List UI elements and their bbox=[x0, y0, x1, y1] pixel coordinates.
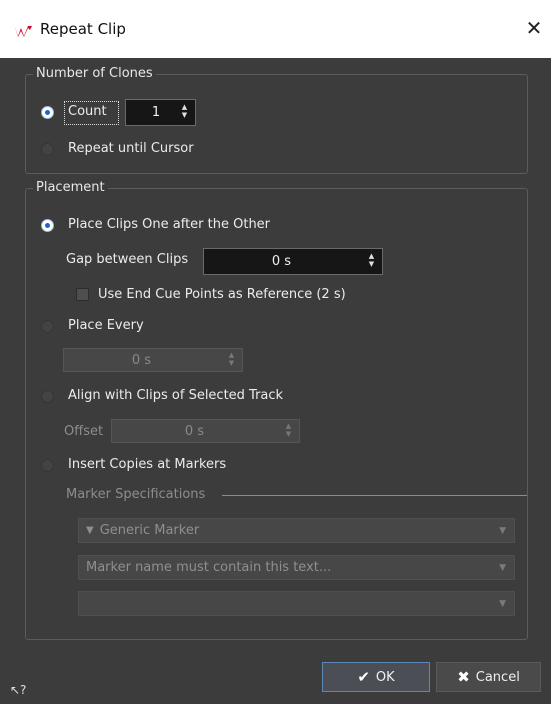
placement-group-title: Placement bbox=[33, 180, 108, 195]
count-stepper[interactable]: 1 ▲ ▼ bbox=[125, 99, 196, 126]
place-every-value: 0 s bbox=[131, 352, 152, 368]
repeat-until-cursor-label: Repeat until Cursor bbox=[68, 141, 194, 156]
offset-value: 0 s bbox=[184, 423, 205, 439]
marker-type-dropdown[interactable]: ▼ Generic Marker ▼ bbox=[78, 518, 515, 543]
count-value: 1 bbox=[151, 105, 161, 120]
stepper-arrows-icon[interactable]: ▲ ▼ bbox=[367, 252, 376, 268]
count-radio[interactable] bbox=[41, 106, 54, 119]
align-with-clips-radio[interactable] bbox=[41, 390, 54, 403]
stepper-arrows-icon[interactable]: ▲ ▼ bbox=[180, 103, 189, 119]
ok-label: OK bbox=[375, 669, 395, 685]
gap-between-clips-label: Gap between Clips bbox=[66, 252, 189, 267]
chevron-down-icon: ▼ bbox=[499, 525, 506, 536]
title-bar: Repeat Clip ✕ bbox=[0, 0, 551, 58]
chevron-down-icon: ▼ bbox=[499, 598, 506, 609]
checkmark-icon: ✔ bbox=[357, 668, 370, 686]
place-one-after-label: Place Clips One after the Other bbox=[68, 217, 271, 232]
stepper-arrows-icon[interactable]: ▲ ▼ bbox=[284, 422, 293, 438]
place-every-label: Place Every bbox=[68, 318, 144, 333]
align-with-clips-label: Align with Clips of Selected Track bbox=[68, 388, 284, 403]
gap-value: 0 s bbox=[271, 254, 292, 269]
cancel-label: Cancel bbox=[475, 669, 520, 685]
cancel-x-icon: ✖ bbox=[457, 668, 470, 686]
marker-type-value: Generic Marker bbox=[99, 523, 200, 538]
use-end-cue-label: Use End Cue Points as Reference (2 s) bbox=[98, 287, 346, 302]
marker-spec-divider bbox=[222, 495, 527, 496]
close-icon[interactable]: ✕ bbox=[523, 17, 545, 39]
use-end-cue-checkbox[interactable] bbox=[76, 288, 89, 301]
place-one-after-radio[interactable] bbox=[41, 219, 54, 232]
repeat-clip-dialog: Repeat Clip ✕ Number of Clones Count 1 ▲… bbox=[0, 0, 551, 704]
count-label: Count bbox=[68, 104, 107, 119]
gap-between-clips-stepper[interactable]: 0 s ▲ ▼ bbox=[203, 248, 383, 275]
chevron-down-icon: ▼ bbox=[499, 562, 506, 573]
insert-at-markers-radio[interactable] bbox=[41, 459, 54, 472]
repeat-until-cursor-radio[interactable] bbox=[41, 143, 54, 156]
cancel-button[interactable]: ✖ Cancel bbox=[436, 662, 541, 692]
marker-specifications-label: Marker Specifications bbox=[66, 487, 206, 502]
marker-third-dropdown[interactable]: ▼ bbox=[78, 591, 515, 616]
stepper-arrows-icon[interactable]: ▲ ▼ bbox=[227, 351, 236, 367]
insert-at-markers-label: Insert Copies at Markers bbox=[68, 457, 227, 472]
app-logo-icon bbox=[14, 24, 32, 37]
place-every-stepper[interactable]: 0 s ▲ ▼ bbox=[63, 348, 243, 372]
marker-flag-icon: ▼ bbox=[86, 525, 94, 536]
clones-group-title: Number of Clones bbox=[33, 66, 156, 81]
ok-button[interactable]: ✔ OK bbox=[322, 662, 430, 692]
window-title: Repeat Clip bbox=[40, 20, 126, 38]
marker-name-value: Marker name must contain this text... bbox=[86, 560, 332, 575]
offset-stepper[interactable]: 0 s ▲ ▼ bbox=[111, 419, 300, 443]
marker-name-dropdown[interactable]: Marker name must contain this text... ▼ bbox=[78, 555, 515, 580]
help-cursor-icon[interactable]: ↖? bbox=[10, 683, 26, 697]
place-every-radio[interactable] bbox=[41, 320, 54, 333]
offset-label: Offset bbox=[64, 424, 104, 439]
